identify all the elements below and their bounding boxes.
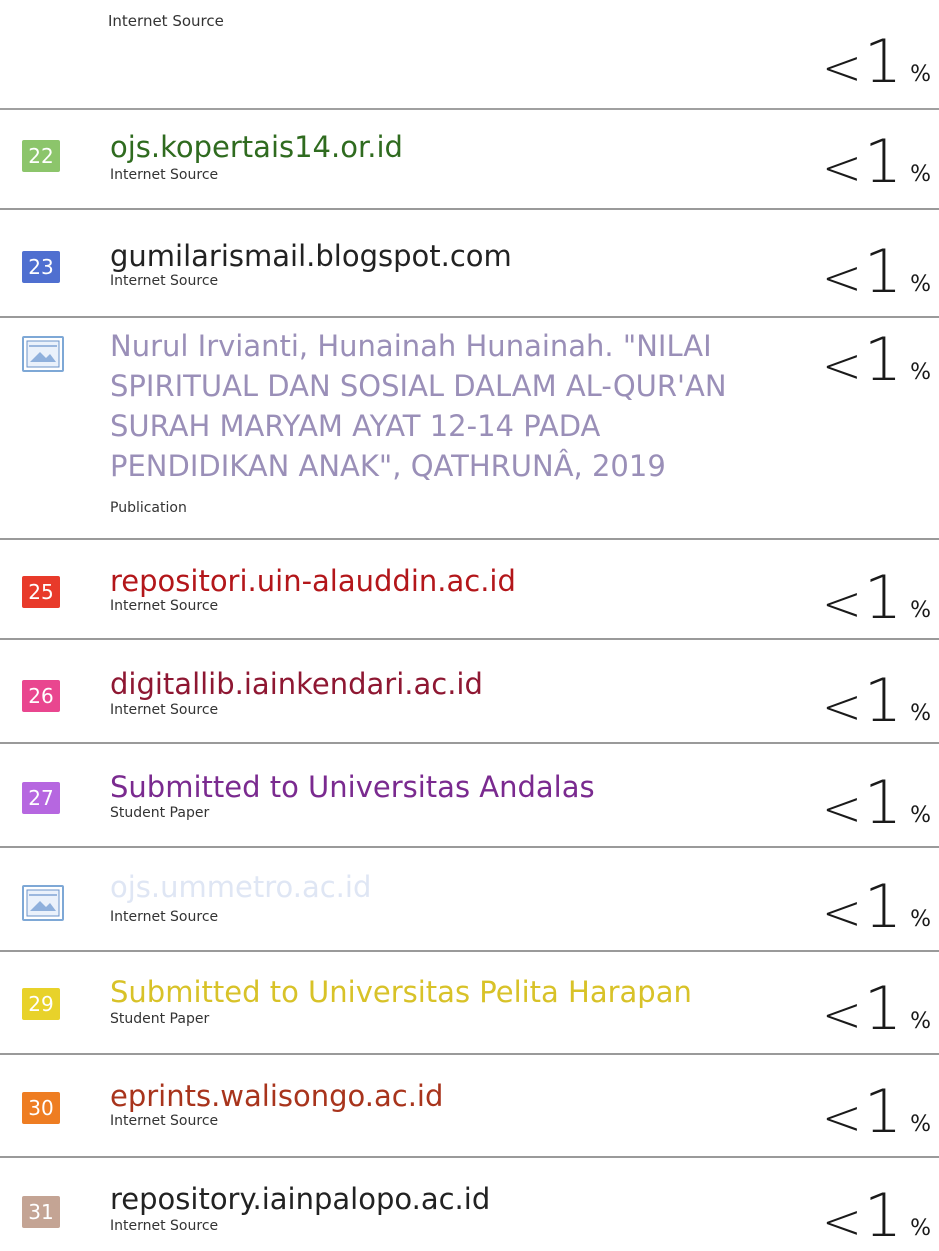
percent-value: 1: [863, 237, 903, 307]
source-title: Submitted to Universitas Pelita Harapan: [110, 975, 692, 1009]
match-percentage: <1%: [822, 242, 931, 302]
source-title: repository.iainpalopo.ac.id: [110, 1182, 491, 1216]
source-type: Student Paper: [110, 805, 210, 821]
percent-unit: %: [910, 701, 931, 726]
percent-prefix: <: [821, 338, 862, 394]
percent-unit: %: [910, 803, 931, 828]
percent-value: 1: [863, 127, 903, 197]
source-type: Internet Source: [110, 273, 219, 289]
divider: [0, 316, 939, 318]
source-number-badge: 31: [22, 1196, 60, 1228]
broken-image-icon: [22, 885, 64, 921]
divider: [0, 108, 939, 110]
percent-unit: %: [910, 272, 931, 297]
source-number-badge: 23: [22, 251, 60, 283]
percent-value: 1: [863, 1077, 903, 1147]
match-percentage: <1%: [822, 773, 931, 833]
source-title: repositori.uin-alauddin.ac.id: [110, 564, 516, 598]
percent-value: 1: [863, 872, 903, 942]
source-type: Internet Source: [110, 909, 219, 925]
source-type: Internet Source: [110, 598, 219, 614]
source-type: Internet Source: [110, 167, 219, 183]
source-title: Nurul Irvianti, Hunainah Hunainah. "NILA…: [110, 329, 727, 483]
percent-value: 1: [863, 974, 903, 1044]
percent-unit: %: [910, 1009, 931, 1034]
match-percentage: <1%: [822, 671, 931, 731]
source-number-badge: 29: [22, 988, 60, 1020]
source-number-badge: 30: [22, 1092, 60, 1124]
source-title: ojs.ummetro.ac.id: [110, 870, 372, 904]
source-number-badge: 25: [22, 576, 60, 608]
percent-prefix: <: [821, 679, 862, 735]
percent-unit: %: [910, 360, 931, 385]
match-percentage: <1%: [822, 1186, 931, 1246]
percent-prefix: <: [821, 140, 862, 196]
percent-prefix: <: [821, 885, 862, 941]
percent-prefix: <: [821, 250, 862, 306]
percent-prefix: <: [821, 1090, 862, 1146]
percent-value: 1: [863, 563, 903, 633]
source-title: digitallib.iainkendari.ac.id: [110, 667, 483, 701]
source-type: Internet Source: [108, 12, 224, 30]
source-type: Internet Source: [110, 1218, 219, 1234]
divider: [0, 638, 939, 640]
percent-value: 1: [863, 768, 903, 838]
percent-prefix: <: [821, 781, 862, 837]
match-percentage: <1%: [822, 132, 931, 192]
source-type: Internet Source: [110, 702, 219, 718]
divider: [0, 208, 939, 210]
divider: [0, 846, 939, 848]
divider: [0, 742, 939, 744]
source-title: Submitted to Universitas Andalas: [110, 770, 595, 804]
match-percentage: <1%: [822, 568, 931, 628]
source-type: Student Paper: [110, 1011, 210, 1027]
percent-prefix: <: [821, 576, 862, 632]
percent-unit: %: [910, 907, 931, 932]
match-percentage: <1%: [822, 330, 931, 390]
source-type: Publication: [110, 500, 187, 516]
divider: [0, 950, 939, 952]
percent-value: 1: [863, 666, 903, 736]
divider: [0, 1053, 939, 1055]
source-number-badge: 27: [22, 782, 60, 814]
match-percentage: < 1 %: [821, 27, 931, 97]
broken-image-icon: [22, 336, 64, 372]
source-number-badge: 22: [22, 140, 60, 172]
percent-unit: %: [910, 1112, 931, 1137]
percent-unit: %: [910, 598, 931, 623]
divider: [0, 538, 939, 540]
percent-prefix: <: [821, 987, 862, 1043]
source-title: ojs.kopertais14.or.id: [110, 130, 403, 164]
percent-unit: %: [910, 1216, 931, 1241]
source-type: Internet Source: [110, 1113, 219, 1129]
source-title: eprints.walisongo.ac.id: [110, 1079, 444, 1113]
percent-unit: %: [910, 162, 931, 187]
percent-value: 1: [863, 1181, 903, 1251]
match-percentage: <1%: [822, 979, 931, 1039]
divider: [0, 1156, 939, 1158]
source-number-badge: 26: [22, 680, 60, 712]
percent-prefix: <: [821, 1194, 862, 1250]
match-percentage: <1%: [822, 1082, 931, 1142]
match-percentage: <1%: [822, 877, 931, 937]
source-title: gumilarismail.blogspot.com: [110, 239, 512, 273]
percent-value: 1: [863, 325, 903, 395]
